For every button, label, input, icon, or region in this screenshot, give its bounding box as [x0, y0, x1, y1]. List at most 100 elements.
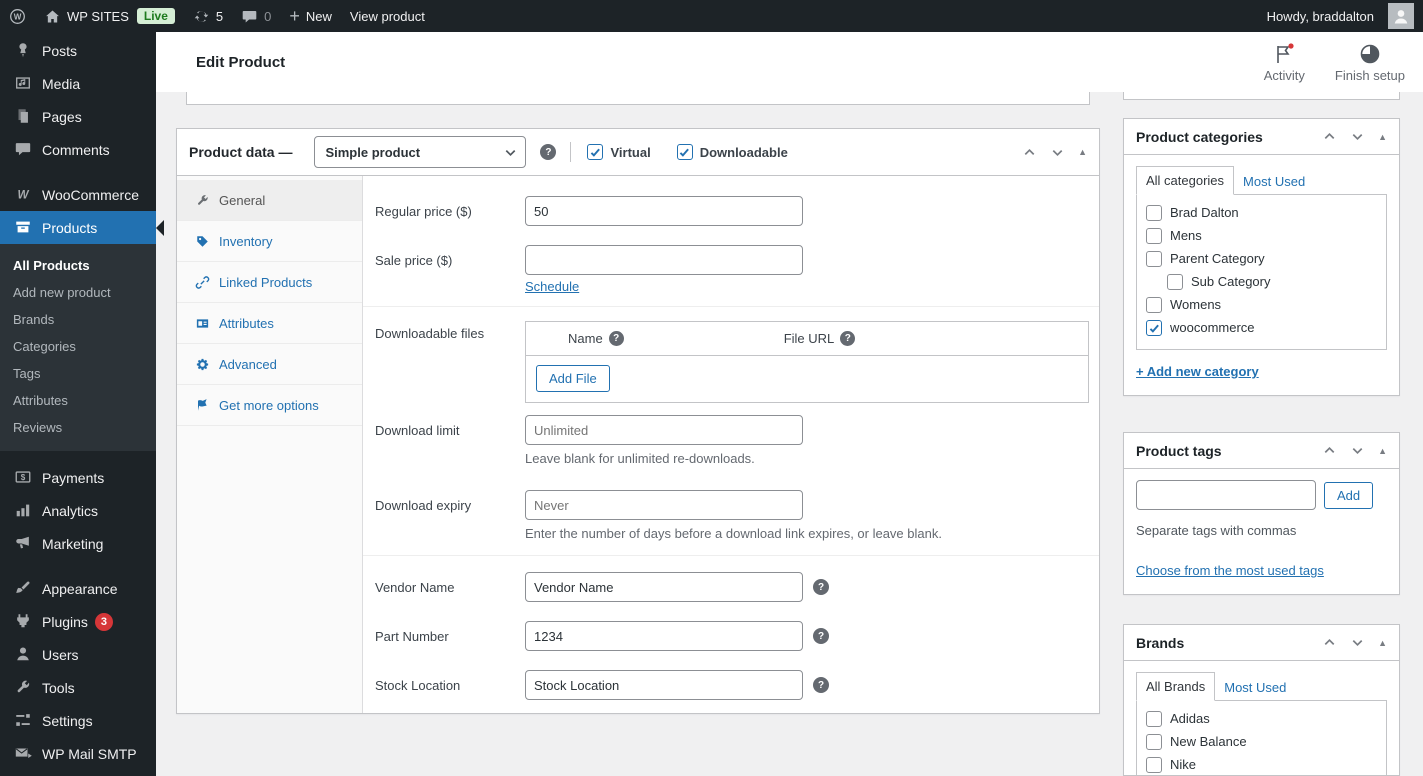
admin-bar: W WP SITES Live 5 0 New View product How… — [0, 0, 1423, 32]
new-content-menu[interactable]: New — [280, 0, 341, 32]
tab-attributes[interactable]: Attributes — [177, 303, 362, 344]
tab-advanced[interactable]: Advanced — [177, 344, 362, 385]
regular-price-input[interactable] — [525, 196, 803, 226]
tab-most-used[interactable]: Most Used — [1215, 674, 1295, 701]
page-title: Edit Product — [196, 53, 286, 71]
tags-panel-header: Product tags — [1124, 433, 1399, 469]
move-up-button[interactable] — [1022, 145, 1037, 160]
sidebar-item-media[interactable]: Media — [0, 67, 156, 100]
sidebar-item-wp-mail-smtp[interactable]: WP Mail SMTP — [0, 737, 156, 770]
move-up-button[interactable] — [1322, 635, 1337, 650]
sidebar-item-marketing[interactable]: Marketing — [0, 527, 156, 560]
part-number-input[interactable] — [525, 621, 803, 651]
finish-setup-button[interactable]: Finish setup — [1335, 42, 1405, 83]
vendor-name-input[interactable] — [525, 572, 803, 602]
wordpress-menu[interactable]: W — [0, 0, 35, 32]
brand-item[interactable]: New Balance — [1146, 734, 1377, 750]
product-type-select[interactable]: Simple product — [314, 136, 527, 168]
tab-linked-products[interactable]: Linked Products — [177, 262, 362, 303]
sale-price-input[interactable] — [525, 245, 803, 275]
files-table-header: Name File URL — [526, 322, 1088, 356]
sidebar-item-payments[interactable]: $ Payments — [0, 461, 156, 494]
checkbox[interactable] — [1146, 734, 1162, 750]
virtual-checkbox-box[interactable] — [587, 144, 604, 160]
sidebar-item-label: Attributes — [13, 393, 68, 408]
sidebar-item-brands[interactable]: Brands — [0, 306, 156, 333]
schedule-link[interactable]: Schedule — [525, 279, 579, 294]
sidebar-item-reviews[interactable]: Reviews — [0, 414, 156, 451]
brands-checklist: Adidas New Balance Nike — [1136, 700, 1387, 775]
sidebar-item-pages[interactable]: Pages — [0, 100, 156, 133]
choose-most-used-tags-link[interactable]: Choose from the most used tags — [1136, 563, 1324, 578]
checkbox[interactable] — [1146, 297, 1162, 313]
sidebar-item-categories[interactable]: Categories — [0, 333, 156, 360]
move-down-button[interactable] — [1350, 635, 1365, 650]
category-item[interactable]: Sub Category — [1167, 274, 1377, 290]
downloadable-checkbox[interactable]: Downloadable — [676, 144, 788, 160]
category-item[interactable]: Womens — [1146, 297, 1377, 313]
move-up-button[interactable] — [1322, 443, 1337, 458]
add-tag-button[interactable]: Add — [1324, 481, 1374, 509]
tab-general[interactable]: General — [177, 180, 362, 221]
sidebar-item-label: Pages — [42, 108, 82, 125]
sidebar-item-woocommerce[interactable]: W WooCommerce — [0, 178, 156, 211]
sidebar-item-appearance[interactable]: Appearance — [0, 572, 156, 605]
tab-most-used[interactable]: Most Used — [1234, 168, 1314, 195]
checkbox[interactable] — [1146, 251, 1162, 267]
new-tag-input[interactable] — [1136, 480, 1316, 510]
tab-all-brands[interactable]: All Brands — [1136, 672, 1216, 701]
sidebar-item-add-new-product[interactable]: Add new product — [0, 279, 156, 306]
collapse-toggle[interactable] — [1078, 147, 1087, 157]
tab-inventory[interactable]: Inventory — [177, 221, 362, 262]
collapse-toggle[interactable] — [1378, 638, 1387, 648]
sidebar-item-tools[interactable]: Tools — [0, 671, 156, 704]
download-limit-help: Leave blank for unlimited re-downloads. — [525, 451, 755, 466]
category-item[interactable]: Mens — [1146, 228, 1377, 244]
sidebar-item-settings[interactable]: Settings — [0, 704, 156, 737]
checkbox[interactable] — [1146, 757, 1162, 773]
account-menu[interactable]: Howdy, braddalton — [1258, 0, 1423, 32]
sidebar-item-plugins[interactable]: Plugins 3 — [0, 605, 156, 638]
activity-button[interactable]: Activity — [1264, 42, 1305, 83]
sidebar-item-products[interactable]: Products — [0, 211, 156, 244]
brand-item[interactable]: Nike — [1146, 757, 1377, 773]
brand-item[interactable]: Adidas — [1146, 711, 1377, 727]
sidebar-item-tags[interactable]: Tags — [0, 360, 156, 387]
category-item[interactable]: woocommerce — [1146, 320, 1377, 336]
checkbox[interactable] — [1146, 711, 1162, 727]
virtual-label: Virtual — [610, 144, 651, 160]
sidebar-item-analytics[interactable]: Analytics — [0, 494, 156, 527]
download-limit-input[interactable] — [525, 415, 803, 445]
downloadable-checkbox-box[interactable] — [676, 144, 693, 160]
sidebar-item-users[interactable]: Users — [0, 638, 156, 671]
checkbox[interactable] — [1167, 274, 1183, 290]
stock-location-input[interactable] — [525, 670, 803, 700]
checkbox[interactable] — [1146, 205, 1162, 221]
move-down-button[interactable] — [1050, 145, 1065, 160]
category-item[interactable]: Brad Dalton — [1146, 205, 1377, 221]
move-down-button[interactable] — [1350, 443, 1365, 458]
checkbox[interactable] — [1146, 228, 1162, 244]
checkbox[interactable] — [1146, 320, 1162, 336]
view-product-link[interactable]: View product — [341, 0, 434, 32]
brands-panel-header: Brands — [1124, 625, 1399, 661]
updates-menu[interactable]: 5 — [184, 0, 232, 32]
tab-all-categories[interactable]: All categories — [1136, 166, 1235, 195]
sidebar-item-comments[interactable]: Comments — [0, 133, 156, 166]
collapse-toggle[interactable] — [1378, 446, 1387, 456]
move-up-button[interactable] — [1322, 129, 1337, 144]
category-item[interactable]: Parent Category — [1146, 251, 1377, 267]
add-new-category-link[interactable]: + Add new category — [1136, 364, 1259, 379]
download-expiry-label: Download expiry — [375, 497, 472, 513]
sidebar-item-all-products[interactable]: All Products — [0, 244, 156, 279]
site-menu[interactable]: WP SITES Live — [35, 0, 184, 32]
download-expiry-input[interactable] — [525, 490, 803, 520]
comments-menu[interactable]: 0 — [232, 0, 280, 32]
virtual-checkbox[interactable]: Virtual — [587, 144, 651, 160]
move-down-button[interactable] — [1350, 129, 1365, 144]
add-file-button[interactable]: Add File — [536, 365, 610, 392]
sidebar-item-attributes[interactable]: Attributes — [0, 387, 156, 414]
tab-get-more-options[interactable]: Get more options — [177, 385, 362, 426]
sidebar-item-posts[interactable]: Posts — [0, 34, 156, 67]
collapse-toggle[interactable] — [1378, 132, 1387, 142]
